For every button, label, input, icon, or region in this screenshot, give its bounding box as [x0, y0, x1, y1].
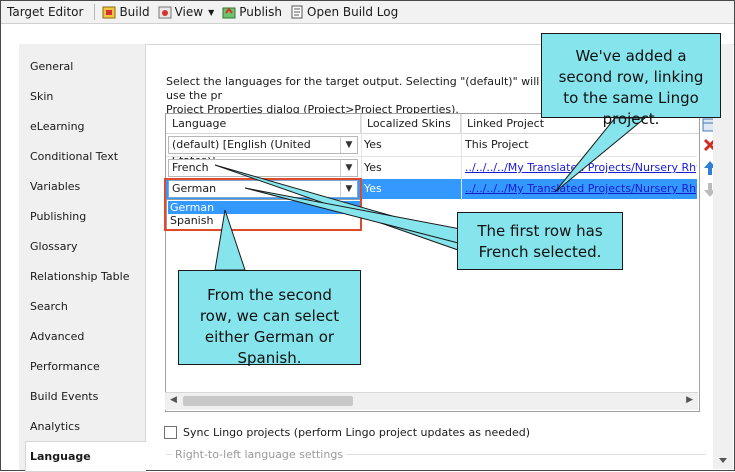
- callout-bottom: From the second row, we can select eithe…: [178, 270, 361, 367]
- callout-top: We've added a second row, linking to the…: [541, 33, 721, 128]
- callout-middle: The first row has French selected.: [457, 212, 623, 270]
